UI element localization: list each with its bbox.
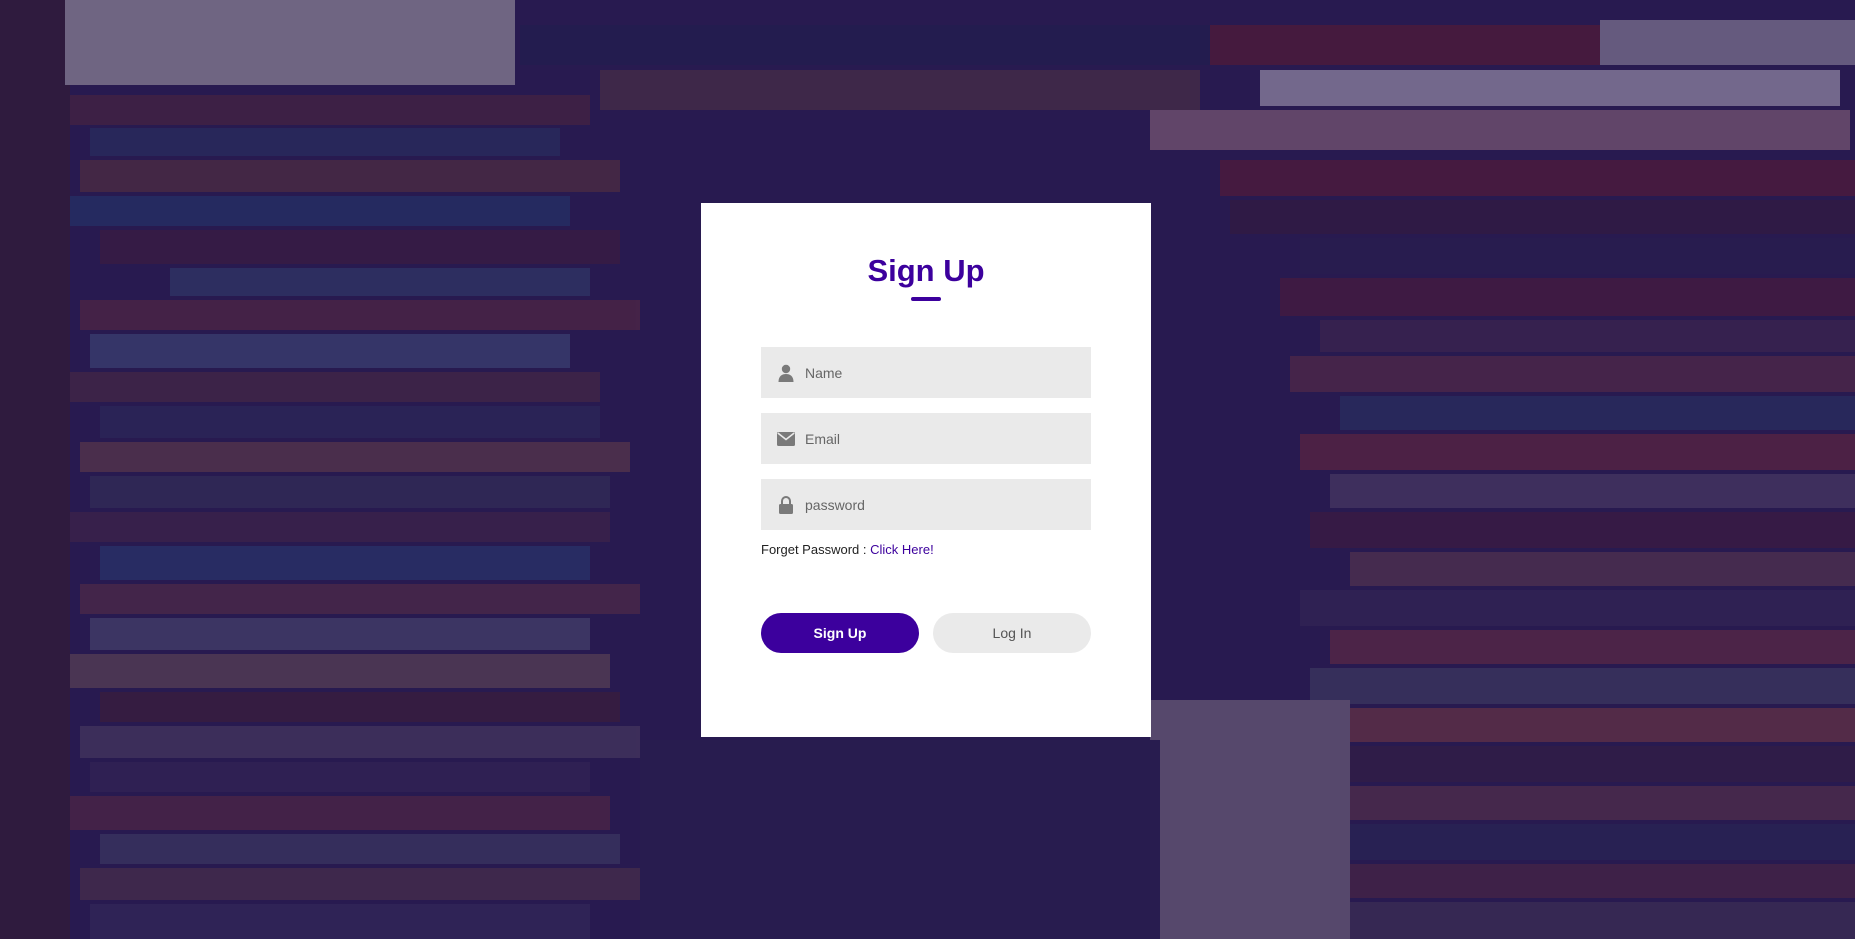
password-input[interactable] — [805, 479, 1091, 530]
form-fields — [761, 347, 1091, 530]
page-title: Sign Up — [867, 253, 985, 288]
envelope-icon — [776, 429, 796, 449]
password-field[interactable] — [761, 479, 1091, 530]
signup-button[interactable]: Sign Up — [761, 613, 919, 653]
signup-card: Sign Up Name Email Forget Password: Cli… — [701, 203, 1151, 737]
forgot-password-text: Forget Password : — [761, 542, 871, 557]
name-field[interactable] — [761, 347, 1091, 398]
name-input[interactable] — [805, 347, 1091, 398]
lock-icon — [776, 495, 796, 515]
email-input[interactable] — [805, 413, 1091, 464]
forgot-password-row: Forget Password : Click Here! — [761, 542, 1091, 557]
login-button[interactable]: Log In — [933, 613, 1091, 653]
email-field[interactable] — [761, 413, 1091, 464]
forgot-password-link[interactable]: Click Here! — [870, 542, 934, 557]
title-underline — [911, 297, 941, 301]
user-icon — [776, 363, 796, 383]
button-row: Sign Up Log In — [761, 613, 1091, 653]
